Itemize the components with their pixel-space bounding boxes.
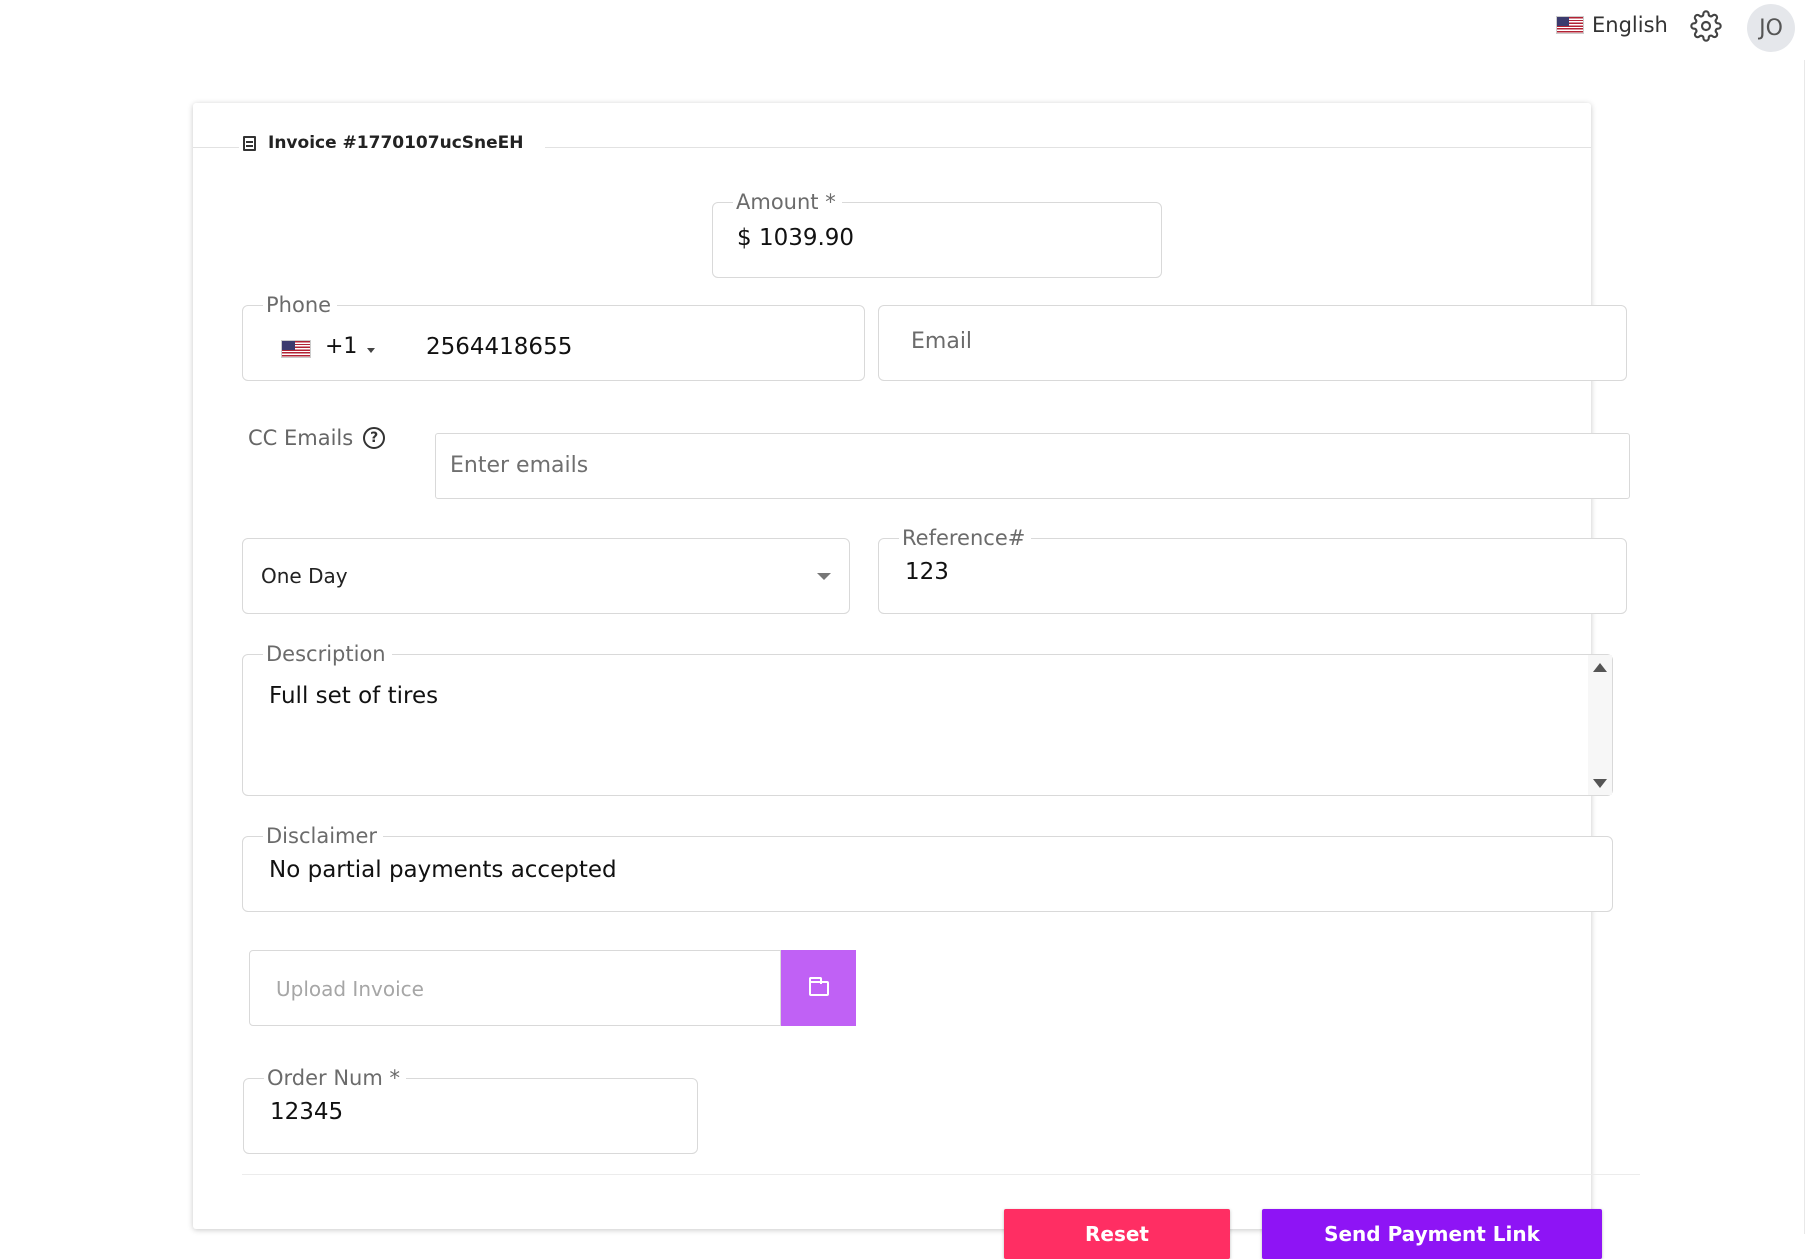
reference-value: 123 bbox=[905, 559, 949, 585]
us-flag-icon bbox=[281, 340, 311, 358]
upload-invoice-input[interactable]: Upload Invoice bbox=[249, 950, 781, 1026]
question-circle-icon[interactable]: ? bbox=[363, 427, 386, 449]
amount-label: Amount * bbox=[733, 189, 842, 215]
scroll-up-icon[interactable] bbox=[1593, 663, 1607, 672]
disclaimer-field[interactable]: Disclaimer No partial payments accepted bbox=[242, 823, 1613, 912]
chevron-down-icon bbox=[367, 348, 375, 353]
cc-emails-label: CC Emails ? bbox=[248, 426, 386, 450]
country-code: +1 bbox=[325, 334, 358, 359]
reference-label: Reference# bbox=[899, 525, 1032, 551]
document-icon bbox=[243, 135, 256, 151]
cc-emails-input[interactable]: Enter emails bbox=[435, 433, 1630, 499]
expiry-value: One Day bbox=[261, 564, 348, 588]
us-flag-icon bbox=[1556, 16, 1584, 34]
phone-number: 2564418655 bbox=[426, 334, 573, 360]
expiry-select[interactable]: One Day bbox=[242, 538, 850, 614]
cc-emails-placeholder: Enter emails bbox=[450, 453, 589, 478]
footer-divider bbox=[242, 1174, 1640, 1175]
user-avatar[interactable]: JO bbox=[1747, 4, 1795, 52]
send-payment-link-button[interactable]: Send Payment Link bbox=[1262, 1209, 1602, 1259]
country-code-selector[interactable]: +1 bbox=[281, 334, 376, 362]
scroll-down-icon[interactable] bbox=[1593, 779, 1607, 788]
invoice-title-text: Invoice #1770107ucSneEH bbox=[268, 133, 524, 153]
description-scrollbar[interactable] bbox=[1588, 655, 1612, 795]
chevron-down-icon bbox=[817, 573, 831, 580]
description-label: Description bbox=[263, 641, 392, 667]
cc-emails-label-text: CC Emails bbox=[248, 426, 354, 450]
amount-value: $ 1039.90 bbox=[737, 225, 855, 251]
email-field[interactable]: Email bbox=[878, 305, 1627, 381]
reference-field[interactable]: Reference# 123 bbox=[878, 525, 1627, 614]
upload-invoice-placeholder: Upload Invoice bbox=[276, 977, 424, 1001]
language-label: English bbox=[1592, 13, 1668, 37]
email-placeholder: Email bbox=[911, 329, 973, 354]
disclaimer-label: Disclaimer bbox=[263, 823, 384, 849]
phone-label: Phone bbox=[263, 292, 338, 318]
description-value: Full set of tires bbox=[269, 683, 439, 709]
top-bar: English JO bbox=[0, 0, 1808, 60]
page-divider bbox=[1804, 60, 1805, 1234]
upload-button[interactable] bbox=[781, 950, 856, 1026]
description-field[interactable]: Description Full set of tires bbox=[242, 641, 1613, 796]
gear-icon[interactable] bbox=[1690, 10, 1722, 42]
order-num-value: 12345 bbox=[270, 1099, 344, 1125]
order-num-field[interactable]: Order Num * 12345 bbox=[243, 1065, 698, 1154]
phone-field[interactable]: Phone +1 2564418655 bbox=[242, 292, 865, 381]
language-selector[interactable]: English bbox=[1556, 10, 1668, 40]
reset-button[interactable]: Reset bbox=[1004, 1209, 1230, 1259]
order-num-label: Order Num * bbox=[264, 1065, 407, 1091]
disclaimer-value: No partial payments accepted bbox=[269, 857, 617, 883]
folder-icon bbox=[808, 976, 829, 996]
amount-field[interactable]: Amount * $ 1039.90 bbox=[712, 189, 1162, 278]
invoice-title: Invoice #1770107ucSneEH bbox=[239, 133, 546, 153]
